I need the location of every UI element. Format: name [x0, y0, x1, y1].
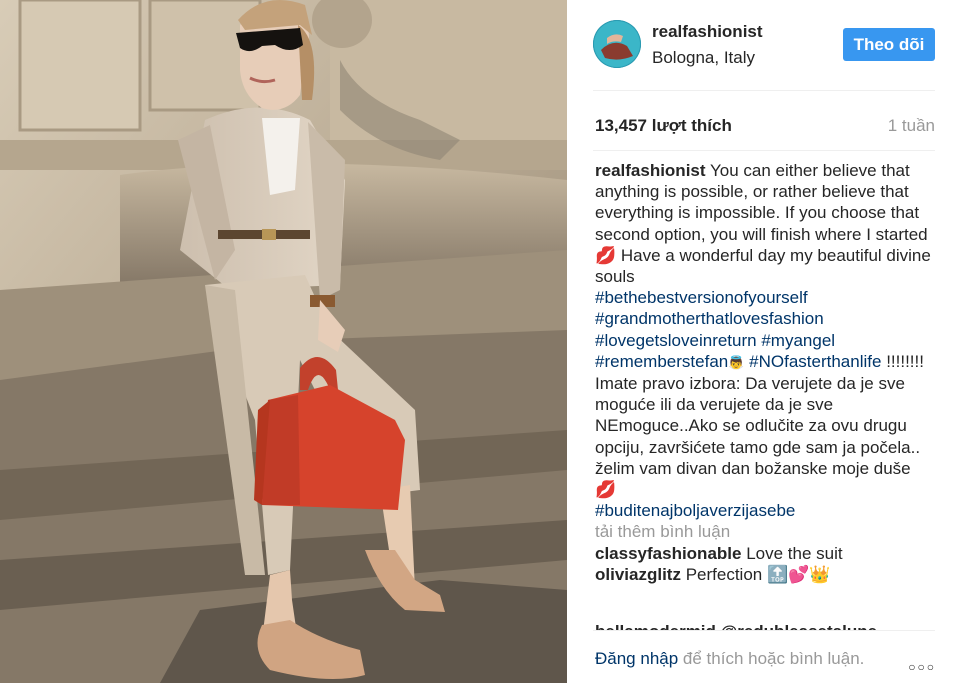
- follow-button[interactable]: Theo dõi: [843, 28, 935, 61]
- login-link[interactable]: Đăng nhập: [595, 649, 678, 668]
- caption-text-2: !!!!!!!! Imate pravo izbora: Da verujete…: [595, 351, 924, 500]
- post-photo[interactable]: [0, 0, 567, 683]
- comments-list[interactable]: realfashionist You can either believe th…: [595, 160, 935, 630]
- hashtag[interactable]: #grandmotherthatlovesfashion: [595, 309, 824, 328]
- angel-emoji-icon: 👼: [728, 354, 745, 370]
- comment-item: classyfashionable Love the suit: [595, 543, 935, 564]
- hashtag[interactable]: #bethebestversionofyourself: [595, 288, 808, 307]
- post-header: realfashionist Bologna, Italy Theo dõi: [567, 0, 960, 90]
- hashtag[interactable]: #lovegetsloveinreturn: [595, 331, 757, 350]
- load-more-comments[interactable]: tải thêm bình luận: [595, 521, 935, 542]
- like-count[interactable]: 13,457 lượt thích: [595, 116, 732, 136]
- footer-divider: [593, 630, 935, 631]
- comment-username[interactable]: classyfashionable: [595, 544, 741, 563]
- post-username[interactable]: realfashionist: [652, 22, 763, 42]
- hashtag[interactable]: #rememberstefan: [595, 352, 728, 371]
- comment-text: Love the suit: [746, 543, 843, 563]
- login-prompt-text: để thích hoặc bình luận.: [682, 649, 865, 668]
- login-prompt: Đăng nhập để thích hoặc bình luận.: [595, 648, 895, 669]
- caption: realfashionist You can either believe th…: [595, 160, 935, 521]
- comment-username[interactable]: oliviazglitz: [595, 565, 681, 584]
- more-options-icon[interactable]: ○○○: [908, 660, 936, 674]
- comment-item: oliviazglitz Perfection 🔝💕👑: [595, 564, 935, 585]
- caption-username[interactable]: realfashionist: [595, 161, 706, 180]
- post-time[interactable]: 1 tuần: [888, 116, 935, 136]
- hashtag[interactable]: #NOfasterthanlife: [749, 352, 881, 371]
- header-divider: [593, 90, 935, 91]
- hashtag[interactable]: #buditenajboljaverzijasebe: [595, 501, 795, 520]
- post-sidebar: realfashionist Bologna, Italy Theo dõi 1…: [567, 0, 960, 683]
- comment-text: Perfection 🔝💕👑: [685, 564, 831, 584]
- hashtag[interactable]: #myangel: [761, 331, 835, 350]
- post-location[interactable]: Bologna, Italy: [652, 48, 755, 68]
- stats-divider: [593, 150, 935, 151]
- partial-comment: bellamodermid @redubleasetalune: [595, 622, 877, 630]
- avatar[interactable]: [593, 20, 641, 68]
